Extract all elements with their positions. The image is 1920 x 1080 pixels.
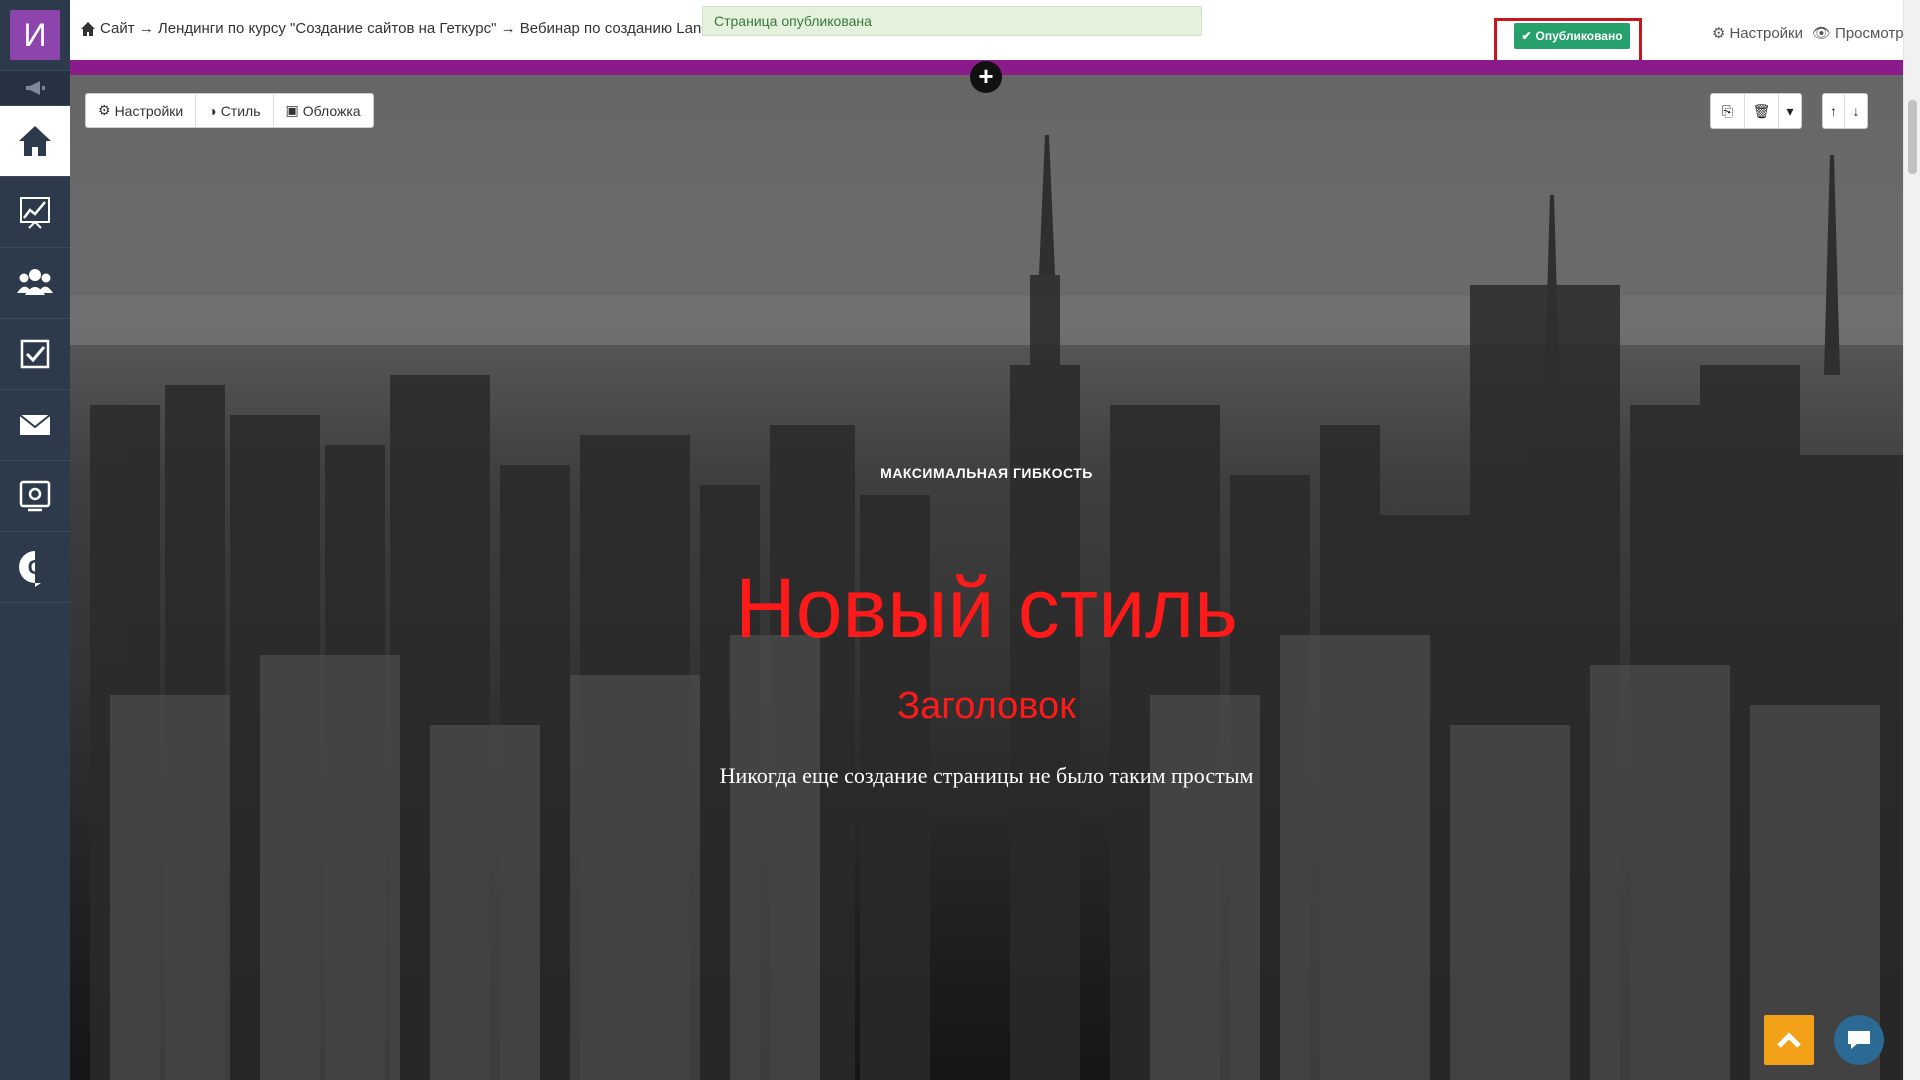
sidebar-item-tasks[interactable] [0,319,70,390]
scrollbar-thumb[interactable] [1908,100,1917,174]
contrast-icon: ◑ [208,102,217,119]
eye-icon: 👁 [1812,25,1832,42]
chat-widget-button[interactable] [1834,1015,1884,1065]
megaphone-icon [26,81,45,95]
toast-published: Страница опубликована [702,6,1202,36]
home-icon [19,126,51,156]
page-settings-link[interactable]: ⚙ Настройки [1712,24,1804,43]
gear-icon: ⚙ [98,102,111,118]
sidebar-item-stats[interactable] [0,177,70,248]
chat-bubble-icon [1848,1031,1870,1049]
hero-title[interactable]: Новый стиль [70,560,1903,657]
block-cover-button[interactable]: ▣ Обложка [274,94,373,127]
checkbox-icon [20,339,50,369]
sidebar-item-home[interactable] [0,106,70,177]
breadcrumb-text: Сайт → Лендинги по курсу "Создание сайто… [100,20,753,37]
chevron-up-icon [1777,1032,1801,1048]
arrow-up-icon[interactable]: ↑ [1823,94,1845,128]
mail-icon [19,414,51,435]
image-icon: ▣ [285,102,299,118]
preview-link[interactable]: 👁 Просмотр [1812,24,1904,43]
block-cover-label: Обложка [302,102,361,119]
check-icon: ✔ [1521,29,1532,43]
arrow-down-icon[interactable]: ↓ [1845,94,1867,128]
hero-subtitle[interactable]: Заголовок [70,685,1903,728]
sidebar-item-settings[interactable] [0,461,70,532]
sidebar: И C [0,0,70,1080]
block-toolbar: ⚙ Настройки ◑ Стиль ▣ Обложка [85,93,374,128]
preview-label: Просмотр [1835,24,1904,42]
block-actions: ⎘ 🗑 ▾ [1710,93,1802,129]
svg-text:C: C [28,557,42,579]
home-icon [81,21,95,36]
hero-kicker[interactable]: МАКСИМАЛЬНАЯ ГИБКОСТЬ [70,465,1903,481]
block-style-label: Стиль [220,102,261,119]
page-settings-label: Настройки [1729,24,1804,42]
add-block-button[interactable]: + [970,61,1002,93]
publish-button[interactable]: ✔ Опубликовано [1514,23,1630,49]
block-settings-label: Настройки [114,102,184,119]
caret-down-icon[interactable]: ▾ [1779,94,1801,128]
chat-c-icon: C [19,551,42,587]
copy-icon[interactable]: ⎘ [1711,94,1745,128]
announce-button[interactable] [0,70,70,106]
breadcrumb[interactable]: Сайт → Лендинги по курсу "Создание сайто… [80,20,752,37]
scroll-top-button[interactable] [1764,1015,1814,1065]
users-icon [17,269,53,295]
chart-icon [20,197,50,229]
sidebar-item-messages[interactable] [0,390,70,461]
logo[interactable]: И [0,0,70,70]
settings-screen-icon [19,480,51,512]
scrollbar[interactable] [1903,0,1920,1080]
hero-text[interactable]: Никогда еще создание страницы не было та… [70,763,1903,789]
gear-icon: ⚙ [1712,25,1726,42]
trash-icon[interactable]: 🗑 [1745,94,1779,128]
block-settings-button[interactable]: ⚙ Настройки [86,94,197,127]
logo-letter: И [10,10,60,60]
publish-label: Опубликовано [1535,29,1623,43]
block-style-button[interactable]: ◑ Стиль [196,94,274,127]
block-move: ↑ ↓ [1822,93,1868,129]
sidebar-item-users[interactable] [0,248,70,319]
sidebar-item-chat[interactable]: C [0,532,70,603]
hero-block[interactable]: ⚙ Настройки ◑ Стиль ▣ Обложка ⎘ 🗑 ▾ ↑ ↓ … [70,75,1903,1080]
